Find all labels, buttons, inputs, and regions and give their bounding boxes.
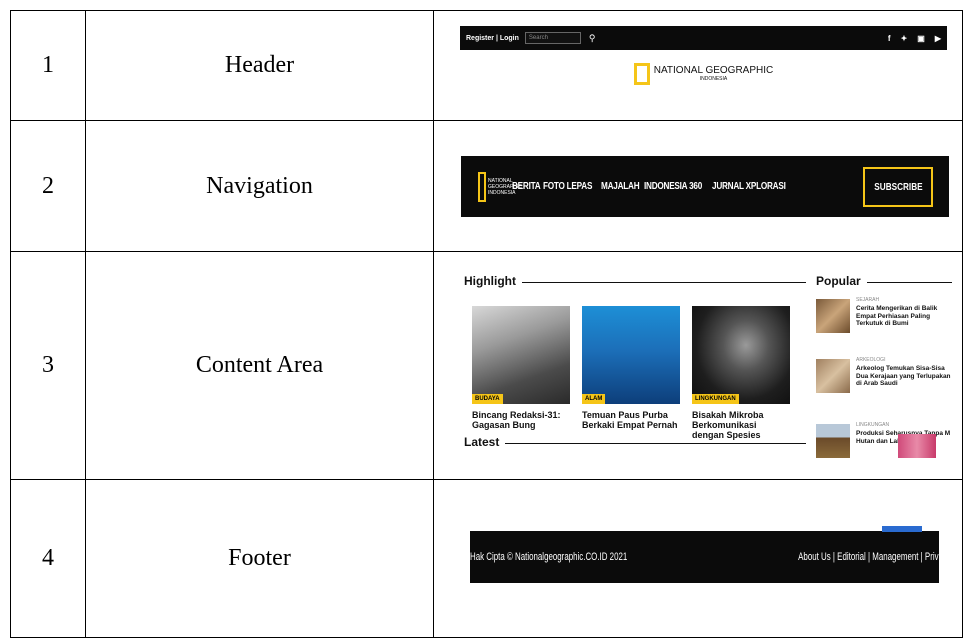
nav-item-majalah[interactable]: MAJALAH: [601, 181, 640, 192]
ad-banner[interactable]: [898, 434, 936, 458]
footer-screenshot: Hak Cipta © Nationalgeographic.CO.ID 202…: [470, 531, 939, 583]
scroll-top-button[interactable]: [882, 526, 922, 532]
row-label: Navigation: [85, 120, 434, 252]
row-number: 3: [10, 251, 86, 480]
highlight-card[interactable]: LINGKUNGAN Bisakah Mikroba Berkomunikasi…: [692, 306, 790, 440]
table-row: 1 Header Register | Login Search ⚲ f ✦ ▣…: [10, 10, 963, 121]
nav-logo-line: GEOGRAPHIC: [488, 183, 522, 190]
popular-title[interactable]: Arkeolog Temukan Sisa-Sisa Dua Kerajaan …: [856, 365, 952, 388]
card-image[interactable]: ALAM: [582, 306, 680, 404]
table-row: 4 Footer Hak Cipta © Nationalgeographic.…: [10, 479, 963, 638]
navigation-screenshot: NATIONAL GEOGRAPHIC INDONESIA BERITA FOT…: [461, 156, 949, 217]
popular-category: ARKEOLOGI: [856, 357, 886, 363]
popular-thumbnail[interactable]: [816, 424, 850, 458]
popular-item[interactable]: ARKEOLOGI Arkeolog Temukan Sisa-Sisa Dua…: [816, 357, 952, 403]
navigation-screenshot-cell: NATIONAL GEOGRAPHIC INDONESIA BERITA FOT…: [433, 120, 963, 252]
youtube-icon[interactable]: ▶: [935, 34, 941, 43]
nav-item-berita[interactable]: BERITA: [512, 181, 541, 192]
popular-heading: Popular: [816, 274, 867, 288]
yellow-frame-icon: [633, 63, 650, 85]
card-title[interactable]: Bincang Redaksi-31: Gagasan Bung: [472, 410, 570, 430]
content-screenshot: Highlight Popular BUDAYA Bincang Redaksi…: [464, 268, 952, 466]
popular-item[interactable]: SEJARAH Cerita Mengerikan di Balik Empat…: [816, 297, 952, 343]
popular-category: LINGKUNGAN: [856, 422, 890, 428]
card-image[interactable]: BUDAYA: [472, 306, 570, 404]
logo-subtitle: INDONESIA: [699, 76, 728, 82]
latest-heading: Latest: [464, 435, 506, 449]
footer-links[interactable]: About Us | Editorial | Management | Priv…: [799, 551, 939, 563]
popular-title[interactable]: Cerita Mengerikan di Balik Empat Perhias…: [856, 305, 952, 328]
category-tag[interactable]: BUDAYA: [472, 394, 503, 404]
header-screenshot: Register | Login Search ⚲ f ✦ ▣ ▶ NATION…: [460, 26, 947, 108]
popular-thumbnail[interactable]: [816, 359, 850, 393]
search-input[interactable]: Search: [524, 32, 581, 44]
row-label: Footer: [85, 479, 434, 638]
subscribe-label: SUBSCRIBE: [873, 181, 923, 193]
nav-logo-line: INDONESIA: [488, 189, 516, 196]
row-number: 4: [10, 479, 86, 638]
row-label: Content Area: [85, 251, 434, 480]
popular-thumbnail[interactable]: [816, 299, 850, 333]
card-title[interactable]: Bisakah Mikroba Berkomunikasi dengan Spe…: [692, 410, 790, 440]
header-screenshot-cell: Register | Login Search ⚲ f ✦ ▣ ▶ NATION…: [433, 10, 963, 121]
row-number: 1: [10, 10, 86, 121]
nav-logo[interactable]: NATIONAL GEOGRAPHIC INDONESIA: [478, 171, 522, 202]
copyright-text: Hak Cipta © Nationalgeographic.CO.ID 202…: [470, 551, 628, 563]
highlight-card[interactable]: ALAM Temuan Paus Purba Berkaki Empat Per…: [582, 306, 680, 430]
category-tag[interactable]: LINGKUNGAN: [692, 394, 739, 404]
search-icon[interactable]: ⚲: [589, 33, 596, 44]
card-title[interactable]: Temuan Paus Purba Berkaki Empat Pernah: [582, 410, 680, 430]
content-screenshot-cell: Highlight Popular BUDAYA Bincang Redaksi…: [433, 251, 963, 480]
twitter-icon[interactable]: ✦: [901, 34, 908, 43]
sections-table: 1 Header Register | Login Search ⚲ f ✦ ▣…: [10, 10, 963, 638]
nav-item-indonesia-360[interactable]: INDONESIA 360: [644, 181, 702, 192]
nav-menu: BERITA FOTO LEPAS MAJALAH INDONESIA 360 …: [512, 181, 802, 192]
highlight-card[interactable]: BUDAYA Bincang Redaksi-31: Gagasan Bung: [472, 306, 570, 430]
row-label: Header: [85, 10, 434, 121]
table-row: 2 Navigation NATIONAL GEOGRAPHIC INDONES…: [10, 120, 963, 252]
register-login-link[interactable]: Register | Login: [466, 35, 519, 42]
table-row: 3 Content Area Highlight Popular BUDAYA …: [10, 251, 963, 480]
popular-category: SEJARAH: [856, 297, 880, 303]
nav-logo-line: NATIONAL: [488, 177, 513, 184]
nav-logo-text: NATIONAL GEOGRAPHIC INDONESIA: [488, 177, 522, 196]
category-tag[interactable]: ALAM: [582, 394, 606, 404]
footer-screenshot-cell: Hak Cipta © Nationalgeographic.CO.ID 202…: [433, 479, 963, 638]
divider-line: [464, 443, 806, 444]
logo-text: NATIONAL GEOGRAPHIC INDONESIA: [653, 65, 774, 83]
site-logo[interactable]: NATIONAL GEOGRAPHIC INDONESIA: [460, 63, 947, 85]
row-number: 2: [10, 120, 86, 252]
highlight-heading: Highlight: [464, 274, 522, 288]
instagram-icon[interactable]: ▣: [917, 34, 925, 43]
nav-item-jurnal-xplorasi[interactable]: JURNAL XPLORASI: [712, 181, 786, 192]
header-top-bar: Register | Login Search ⚲ f ✦ ▣ ▶: [460, 26, 947, 50]
subscribe-button[interactable]: SUBSCRIBE: [863, 167, 933, 207]
card-image[interactable]: LINGKUNGAN: [692, 306, 790, 404]
nav-item-foto-lepas[interactable]: FOTO LEPAS: [543, 181, 592, 192]
social-icons: f ✦ ▣ ▶: [888, 34, 941, 43]
logo-title: NATIONAL GEOGRAPHIC: [653, 65, 774, 76]
facebook-icon[interactable]: f: [888, 34, 891, 43]
yellow-frame-icon: [478, 171, 486, 202]
